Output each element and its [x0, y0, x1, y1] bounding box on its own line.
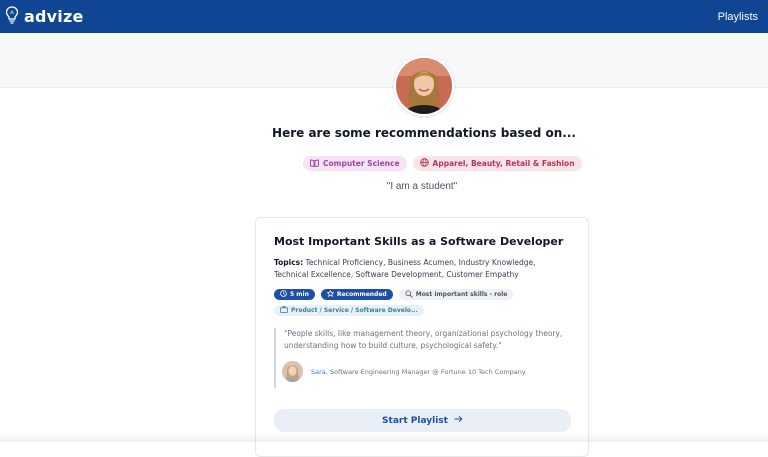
book-icon	[310, 158, 319, 169]
quote-author: Sara, Software Engineering Manager @ For…	[282, 361, 526, 382]
topics-label: Topics:	[274, 258, 304, 267]
search-term-badge: Most important skills - role	[398, 289, 514, 300]
brand-name: advize	[24, 7, 84, 26]
expert-quote: "People skills, like management theory, …	[274, 328, 564, 388]
recommendations-heading: Here are some recommendations based on..…	[272, 126, 576, 140]
profile-tags: Computer Science Apparel, Beauty, Retail…	[303, 156, 582, 171]
arrow-right-icon	[454, 415, 463, 426]
playlist-card: Most Important Skills as a Software Deve…	[255, 217, 589, 457]
category-badges: Product / Service / Software Develo...	[274, 305, 424, 316]
author-role: Software Engineering Manager @ Fortune 1…	[329, 367, 526, 376]
duration-badge: 5 min	[274, 289, 315, 300]
tag-apparel-industry[interactable]: Apparel, Beauty, Retail & Fashion	[412, 156, 582, 171]
search-term-label: Most important skills - role	[415, 291, 508, 298]
top-navbar: advize Playlists	[0, 0, 768, 33]
playlist-badges: 5 min Recommended Most important skills …	[274, 289, 514, 300]
user-avatar	[394, 56, 454, 116]
brand-logo[interactable]: advize	[4, 5, 84, 29]
nav-playlists-link[interactable]: Playlists	[718, 11, 758, 23]
playlist-topics: Topics: Technical Proficiency, Business …	[274, 257, 564, 281]
profile-banner	[0, 33, 768, 88]
author-avatar	[282, 361, 303, 382]
briefcase-icon	[280, 306, 288, 315]
quote-text: "People skills, like management theory, …	[284, 329, 563, 350]
recommended-badge: Recommended	[320, 289, 393, 300]
lightbulb-icon	[4, 5, 20, 29]
start-playlist-button[interactable]: Start Playlist	[274, 409, 571, 432]
author-name: Sara,	[311, 367, 328, 376]
tag-label: Computer Science	[323, 159, 400, 168]
globe-icon	[419, 158, 429, 169]
topics-text: Technical Proficiency, Business Acumen, …	[274, 258, 536, 279]
start-playlist-label: Start Playlist	[382, 415, 448, 426]
category-label: Product / Service / Software Develo...	[291, 307, 418, 314]
clock-icon	[280, 290, 287, 299]
author-text: Sara, Software Engineering Manager @ For…	[311, 368, 526, 376]
recommended-label: Recommended	[336, 291, 387, 298]
playlist-title: Most Important Skills as a Software Deve…	[274, 235, 564, 248]
duration-label: 5 min	[290, 291, 309, 298]
tag-label: Apparel, Beauty, Retail & Fashion	[432, 159, 575, 168]
category-badge: Product / Service / Software Develo...	[274, 305, 424, 316]
bottom-shadow	[0, 432, 768, 442]
search-icon	[405, 289, 413, 300]
tag-computer-science[interactable]: Computer Science	[303, 156, 407, 171]
user-statement: "I am a student"	[386, 181, 458, 192]
star-icon	[326, 289, 335, 299]
